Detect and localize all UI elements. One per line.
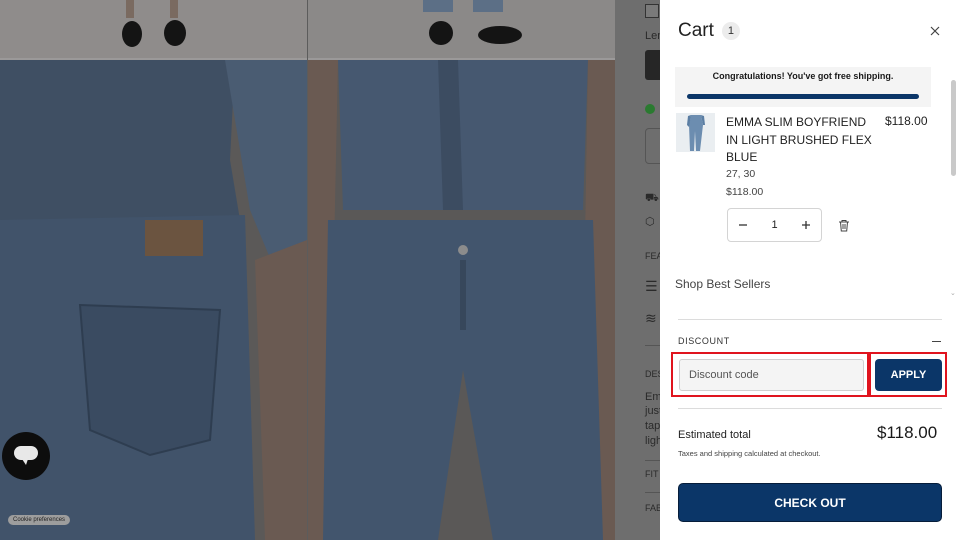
trash-icon[interactable] [838, 219, 850, 232]
divider [678, 408, 942, 409]
close-icon[interactable] [928, 24, 942, 38]
scroll-down-arrow[interactable]: ⌄ [950, 289, 956, 297]
cart-title: Cart [678, 20, 714, 41]
estimated-total-value: $118.00 [877, 423, 938, 442]
apply-discount-button[interactable]: APPLY [875, 359, 942, 391]
cart-count-badge: 1 [721, 22, 740, 40]
checkout-button[interactable]: CHECK OUT [678, 483, 942, 522]
cookie-preferences-button[interactable]: Cookie preferences [8, 515, 71, 525]
free-shipping-banner: Congratulations! You've got free shippin… [675, 67, 931, 107]
cart-item-thumbnail[interactable] [676, 113, 715, 152]
chat-button[interactable] [2, 432, 50, 480]
minus-icon [739, 224, 747, 226]
free-shipping-message: Congratulations! You've got free shippin… [712, 71, 894, 81]
cart-item-price: $118.00 [885, 114, 928, 128]
free-shipping-progress-bar [687, 94, 919, 99]
discount-section-title: DISCOUNT [678, 336, 730, 346]
quantity-stepper: 1 [727, 208, 822, 242]
quantity-input[interactable]: 1 [758, 219, 791, 231]
estimated-total-label: Estimated total [678, 429, 751, 441]
chat-icon [14, 446, 38, 465]
decrease-quantity-button[interactable] [728, 209, 758, 241]
cart-item-name[interactable]: EMMA SLIM BOYFRIEND IN LIGHT BRUSHED FLE… [726, 114, 876, 167]
tax-shipping-note: Taxes and shipping calculated at checkou… [678, 449, 821, 458]
cart-item-variant: 27, 30 [726, 168, 756, 180]
shop-best-sellers-link[interactable]: Shop Best Sellers [675, 277, 770, 291]
discount-collapse-toggle[interactable] [932, 341, 941, 342]
cart-scrollbar-thumb[interactable] [951, 80, 956, 176]
cart-item-unit-price: $118.00 [726, 186, 764, 198]
cart-drawer: Cart 1 ⌄ Congratulations! You've got fre… [660, 0, 960, 540]
divider [678, 319, 942, 320]
drawer-backdrop[interactable] [0, 0, 660, 540]
plus-icon [802, 221, 810, 229]
discount-code-input[interactable] [679, 359, 864, 391]
increase-quantity-button[interactable] [791, 209, 821, 241]
cart-header: Cart 1 [678, 20, 740, 42]
